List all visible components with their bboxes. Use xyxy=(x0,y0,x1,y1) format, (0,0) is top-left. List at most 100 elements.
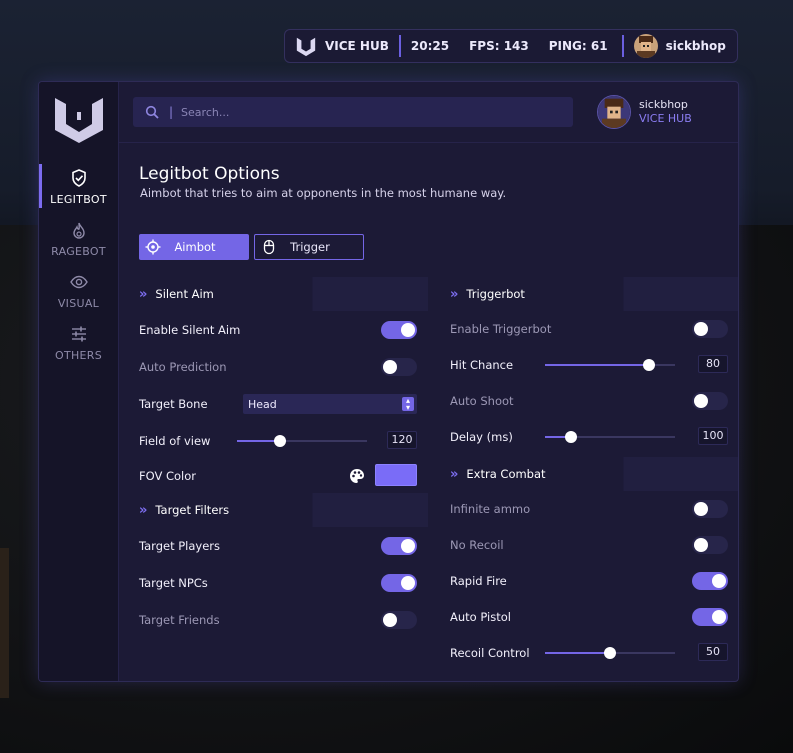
crosshair-icon xyxy=(145,239,161,255)
option-label: Delay (ms) xyxy=(450,430,513,444)
option-label: Target Players xyxy=(139,539,221,553)
row-no-recoil: No Recoil xyxy=(450,533,728,557)
row-target-friends: Target Friends xyxy=(139,608,417,632)
tab-label: Aimbot xyxy=(174,240,216,254)
avatar xyxy=(633,34,658,58)
target-players-toggle[interactable] xyxy=(381,537,417,555)
tab-aimbot[interactable]: Aimbot xyxy=(139,234,249,260)
text-cursor: | xyxy=(169,105,174,119)
section-title: Target Filters xyxy=(155,503,230,517)
user-name: sickbhop xyxy=(639,98,688,111)
row-auto-prediction: Auto Prediction xyxy=(139,355,417,379)
slider-fill xyxy=(545,364,649,366)
section-silent-aim: » Silent Aim xyxy=(139,277,428,311)
row-auto-pistol: Auto Pistol xyxy=(450,605,728,629)
rapid-fire-toggle[interactable] xyxy=(692,572,728,590)
target-npcs-toggle[interactable] xyxy=(381,574,417,592)
option-label: Enable Silent Aim xyxy=(139,323,241,337)
option-label: Target Friends xyxy=(139,613,220,627)
tab-trigger[interactable]: Trigger xyxy=(254,234,364,260)
delay-value[interactable]: 100 xyxy=(698,427,728,445)
fov-color-swatch[interactable] xyxy=(375,464,417,486)
divider xyxy=(621,35,624,57)
sidebar-item-label: OTHERS xyxy=(54,349,103,362)
recoil-control-slider[interactable] xyxy=(545,647,675,659)
option-label: Auto Pistol xyxy=(450,610,511,624)
row-delay: Delay (ms) 100 xyxy=(450,425,728,449)
row-field-of-view: Field of view 120 xyxy=(139,429,417,453)
option-label: Recoil Control xyxy=(450,646,530,660)
slider-thumb[interactable] xyxy=(273,435,286,447)
section-triggerbot: » Triggerbot xyxy=(450,277,738,311)
status-time: 20:25 xyxy=(410,39,450,53)
status-username: sickbhop xyxy=(665,39,726,53)
row-infinite-ammo: Infinite ammo xyxy=(450,497,728,521)
sidebar-item-label: VISUAL xyxy=(57,297,100,310)
sidebar-item-legitbot[interactable]: LEGITBOT xyxy=(39,164,118,210)
sidebar-item-visual[interactable]: VISUAL xyxy=(39,270,118,314)
slider-thumb[interactable] xyxy=(565,431,577,443)
toggle-knob xyxy=(383,360,397,374)
no-recoil-toggle[interactable] xyxy=(692,536,728,554)
user-profile[interactable]: sickbhop VICE HUB xyxy=(597,95,692,129)
search-icon xyxy=(145,105,159,119)
toggle-knob xyxy=(712,610,726,624)
sidebar-item-ragebot[interactable]: RAGEBOT xyxy=(39,218,118,262)
option-label: Infinite ammo xyxy=(450,502,531,516)
sliders-icon xyxy=(71,326,86,342)
palette-icon[interactable] xyxy=(349,468,365,484)
option-label: No Recoil xyxy=(450,538,504,552)
slider-fill xyxy=(545,652,610,654)
auto-prediction-toggle[interactable] xyxy=(381,358,417,376)
section-title: Extra Combat xyxy=(466,467,546,481)
infinite-ammo-toggle[interactable] xyxy=(692,500,728,518)
auto-shoot-toggle[interactable] xyxy=(692,392,728,410)
search-input[interactable]: | Search... xyxy=(133,97,573,127)
chevron-right-icon: » xyxy=(139,286,148,302)
slider-thumb[interactable] xyxy=(604,647,616,659)
row-target-players: Target Players xyxy=(139,534,417,558)
page-subtitle: Aimbot that tries to aim at opponents in… xyxy=(140,186,507,200)
fov-slider[interactable] xyxy=(237,435,367,447)
vice-hub-logo-icon xyxy=(296,37,316,57)
hit-chance-slider[interactable] xyxy=(545,359,675,371)
user-brand: VICE HUB xyxy=(639,112,692,125)
row-enable-triggerbot: Enable Triggerbot xyxy=(450,317,728,341)
option-label: Field of view xyxy=(139,434,211,448)
toggle-knob xyxy=(694,502,708,516)
search-placeholder: Search... xyxy=(181,105,230,119)
status-ping: PING: 61 xyxy=(548,39,608,53)
toggle-knob xyxy=(401,539,415,553)
chevron-right-icon: » xyxy=(139,502,148,518)
chevron-right-icon: » xyxy=(450,286,459,302)
slider-thumb[interactable] xyxy=(643,359,655,371)
fov-value[interactable]: 120 xyxy=(387,431,417,449)
enable-triggerbot-toggle[interactable] xyxy=(692,320,728,338)
option-label: Hit Chance xyxy=(450,358,514,372)
recoil-control-value[interactable]: 50 xyxy=(698,643,728,661)
avatar xyxy=(597,95,631,129)
shield-check-icon xyxy=(71,169,86,187)
option-label: Target Bone xyxy=(139,397,208,411)
hit-chance-value[interactable]: 80 xyxy=(698,355,728,373)
toggle-knob xyxy=(401,323,415,337)
option-label: Auto Prediction xyxy=(139,360,227,374)
section-target-filters: » Target Filters xyxy=(139,493,428,527)
auto-pistol-toggle[interactable] xyxy=(692,608,728,626)
main-window: LEGITBOT RAGEBOT VISUAL OTHERS | Search.… xyxy=(38,81,739,682)
row-target-npcs: Target NPCs xyxy=(139,571,417,595)
option-label: FOV Color xyxy=(139,469,197,483)
sidebar-item-others[interactable]: OTHERS xyxy=(39,322,118,366)
mouse-icon xyxy=(263,239,275,255)
row-recoil-control: Recoil Control 50 xyxy=(450,641,728,665)
status-brand: VICE HUB xyxy=(325,39,389,53)
option-label: Target NPCs xyxy=(139,576,208,590)
row-rapid-fire: Rapid Fire xyxy=(450,569,728,593)
toggle-knob xyxy=(694,538,708,552)
delay-slider[interactable] xyxy=(545,431,675,443)
target-bone-select[interactable]: Head ▴ ▾ xyxy=(243,394,417,414)
target-friends-toggle[interactable] xyxy=(381,611,417,629)
updown-arrows-icon: ▴ ▾ xyxy=(402,397,414,412)
option-label: Enable Triggerbot xyxy=(450,322,552,336)
enable-silent-aim-toggle[interactable] xyxy=(381,321,417,339)
